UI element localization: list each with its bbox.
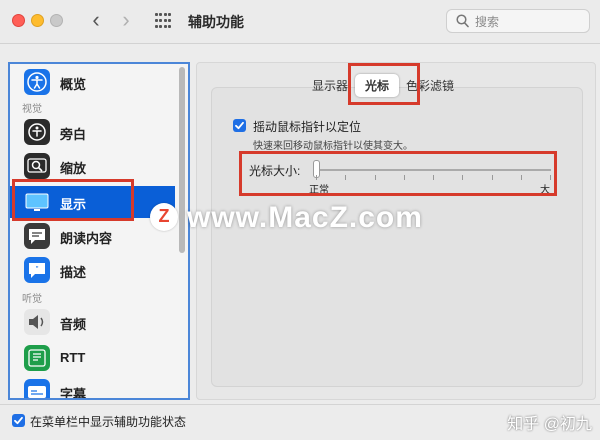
sidebar-item-label: 旁白 [60,127,87,142]
forward-button[interactable]: › [114,9,138,33]
sidebar-item-label: 描述 [60,265,87,280]
back-button[interactable]: ‹ [84,9,108,33]
sidebar-item-voiceover[interactable]: 旁白 [10,116,175,148]
rtt-phone-icon [24,345,50,371]
sidebar-item-label: 音频 [60,317,87,332]
show-status-in-menubar-label: 在菜单栏中显示辅助功能状态 [30,415,187,429]
shake-to-locate-checkbox[interactable] [233,119,246,132]
search-input[interactable] [475,13,583,30]
sidebar-item-label: RTT [60,350,86,365]
show-status-in-menubar-checkbox[interactable] [12,414,25,427]
voiceover-icon [24,119,50,145]
watermark-site: www.MacZ.com [187,201,423,234]
description-bubble-icon: " [24,257,50,283]
checkmark-icon [235,121,244,130]
captions-icon [24,379,50,398]
accessibility-icon [24,69,50,95]
sidebar-item-audio[interactable]: 音频 [10,306,175,338]
sidebar-item-descriptions[interactable]: " 描述 [10,254,175,286]
sidebar-item-label: 概览 [60,77,87,92]
sidebar[interactable]: 概览 视觉 旁白 缩放 显示 朗读内容 " 描述 听觉 音频 RTT 字幕 [8,62,190,400]
sidebar-item-zoom[interactable]: 缩放 [10,150,175,182]
tab-display[interactable]: 显示器 [307,77,353,94]
shake-to-locate-label: 摇动鼠标指针以定位 [253,120,362,134]
section-label-vision: 视觉 [22,104,42,115]
search-field[interactable] [446,9,590,33]
speaker-icon [24,309,50,335]
sidebar-item-captions[interactable]: 字幕 [10,376,175,400]
sidebar-item-label: 缩放 [60,161,87,176]
highlight-box-display [12,179,134,221]
sidebar-item-label: 朗读内容 [60,231,113,246]
sidebar-item-rtt[interactable]: RTT [10,342,175,374]
zoom-magnifier-icon [24,153,50,179]
show-all-grid-icon[interactable] [155,13,171,29]
sidebar-item-overview[interactable]: 概览 [10,66,175,98]
watermark-zhihu: 知乎 @初九 [507,416,592,433]
window-title: 辅助功能 [188,14,244,30]
sidebar-item-label: 字幕 [60,387,87,400]
shake-to-locate-help: 快速来回移动鼠标指针以使其变大。 [253,141,413,152]
macz-logo-icon: Z [150,203,178,231]
checkmark-icon [14,416,23,425]
speech-bubble-icon [24,223,50,249]
minimize-window-button[interactable] [31,14,44,27]
svg-text:": " [36,265,39,274]
search-icon [456,14,469,28]
highlight-box-pointer-size [239,151,557,196]
sidebar-scrollbar[interactable] [179,67,185,253]
section-label-hearing: 听觉 [22,294,42,305]
title-bar: ‹ › 辅助功能 [0,0,600,44]
highlight-box-pointer-tab [348,63,420,105]
zoom-window-button[interactable] [50,14,63,27]
close-window-button[interactable] [12,14,25,27]
